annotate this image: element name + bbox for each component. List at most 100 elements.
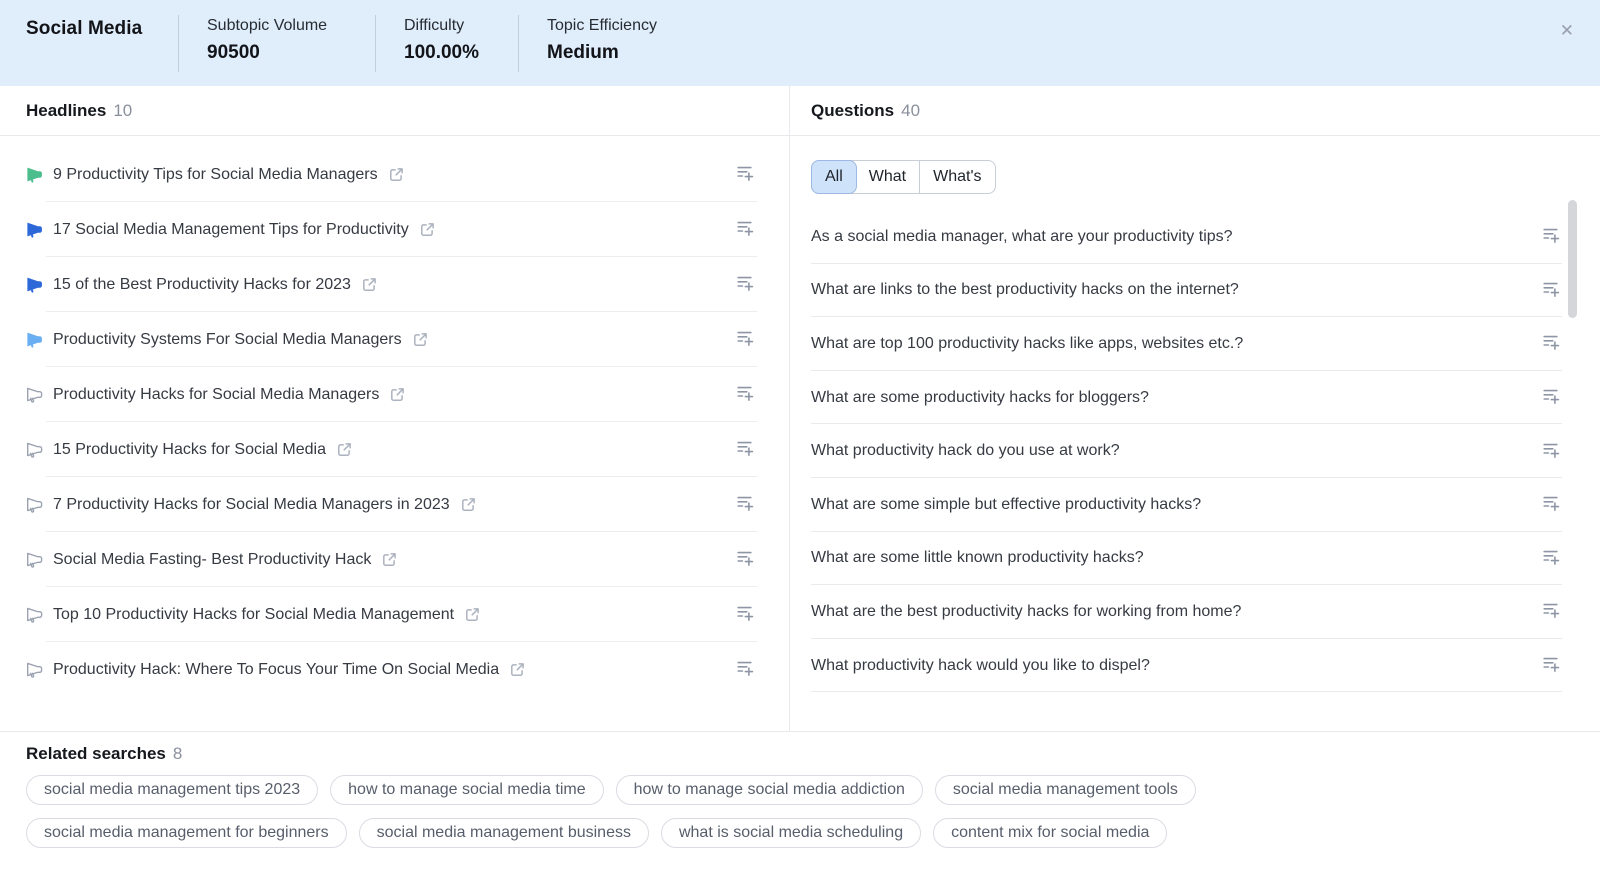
question-filters: All What What's [790,136,1600,210]
headline-text: 7 Productivity Hacks for Social Media Ma… [53,495,450,513]
add-to-list-button[interactable] [1541,386,1562,409]
headline-text: 9 Productivity Tips for Social Media Man… [53,165,378,183]
external-link-icon [382,552,397,567]
question-row: What are some little known productivity … [811,532,1562,586]
question-row: What are top 100 productivity hacks like… [811,317,1562,371]
megaphone-icon [26,661,43,678]
related-search-pill[interactable]: how to manage social media time [330,775,604,805]
megaphone-icon [26,331,43,348]
question-row: As a social media manager, what are your… [811,210,1562,264]
add-to-list-icon [737,330,754,349]
related-search-pill[interactable]: social media management tips 2023 [26,775,319,805]
add-to-list-button[interactable] [735,328,756,351]
headline-link[interactable]: Productivity Hack: Where To Focus Your T… [26,661,525,679]
add-to-list-icon [737,165,754,184]
add-to-list-icon [1543,227,1560,246]
add-to-list-button[interactable] [735,438,756,461]
add-to-list-icon [1543,281,1560,300]
headline-row: 15 of the Best Productivity Hacks for 20… [0,257,789,312]
headline-text: 17 Social Media Management Tips for Prod… [53,220,409,238]
headline-link[interactable]: Social Media Fasting- Best Productivity … [26,551,397,569]
add-to-list-button[interactable] [1541,654,1562,677]
add-to-list-button[interactable] [735,493,756,516]
add-to-list-button[interactable] [735,383,756,406]
add-to-list-icon [737,605,754,624]
related-search-pill[interactable]: social media management tools [934,775,1196,805]
related-search-pill[interactable]: how to manage social media addiction [615,775,923,805]
add-to-list-icon [1543,656,1560,675]
add-to-list-button[interactable] [735,658,756,681]
headline-text: Productivity Systems For Social Media Ma… [53,330,402,348]
external-link-icon [510,662,525,677]
megaphone-icon [26,221,43,238]
related-searches-heading: Related searches 8 [26,744,1574,764]
megaphone-icon [26,386,43,403]
question-row: What are links to the best productivity … [811,264,1562,318]
megaphone-icon [26,551,43,568]
headline-link[interactable]: 17 Social Media Management Tips for Prod… [26,221,435,239]
related-search-pill[interactable]: social media management for beginners [26,818,347,848]
headline-link[interactable]: 15 Productivity Hacks for Social Media [26,441,352,459]
megaphone-icon [26,441,43,458]
add-to-list-icon [737,220,754,239]
add-to-list-icon [737,275,754,294]
close-icon: ✕ [1559,21,1574,40]
headlines-count: 10 [113,100,133,120]
related-searches-pills: social media management tips 2023 how to… [26,775,1326,848]
headline-link[interactable]: 9 Productivity Tips for Social Media Man… [26,166,404,184]
add-to-list-icon [737,660,754,679]
question-row: What productivity hack do you use at wor… [811,424,1562,478]
add-to-list-button[interactable] [1541,225,1562,248]
headline-link[interactable]: 15 of the Best Productivity Hacks for 20… [26,276,377,294]
headlines-title: Headlines [26,100,107,120]
headline-link[interactable]: Productivity Systems For Social Media Ma… [26,331,428,349]
headline-link[interactable]: Top 10 Productivity Hacks for Social Med… [26,606,480,624]
filter-tab[interactable]: All [811,160,857,194]
question-text: What are some simple but effective produ… [811,495,1202,513]
add-to-list-button[interactable] [1541,279,1562,302]
questions-title: Questions [811,100,895,120]
related-search-pill[interactable]: what is social media scheduling [660,818,922,848]
related-search-pill[interactable]: social media management business [358,818,649,848]
question-text: What are the best productivity hacks for… [811,602,1242,620]
questions-scrollbar-thumb[interactable] [1568,200,1577,318]
add-to-list-button[interactable] [1541,547,1562,570]
stat-label: Topic Efficiency [547,17,657,34]
add-to-list-button[interactable] [1541,332,1562,355]
filter-tab[interactable]: What [856,161,919,193]
stat-block: Topic Efficiency Medium [518,15,657,72]
add-to-list-button[interactable] [1541,440,1562,463]
headline-row: 17 Social Media Management Tips for Prod… [0,202,789,257]
headline-row: Top 10 Productivity Hacks for Social Med… [0,587,789,642]
add-to-list-icon [1543,549,1560,568]
related-search-pill[interactable]: content mix for social media [933,818,1168,848]
headline-text: 15 Productivity Hacks for Social Media [53,440,326,458]
filter-tab[interactable]: What's [919,161,994,193]
add-to-list-icon [1543,388,1560,407]
add-to-list-icon [737,550,754,569]
add-to-list-button[interactable] [1541,493,1562,516]
megaphone-icon [26,276,43,293]
add-to-list-icon [1543,495,1560,514]
related-searches-count: 8 [172,744,183,763]
add-to-list-button[interactable] [735,163,756,186]
headline-row: Productivity Systems For Social Media Ma… [0,312,789,367]
close-button[interactable]: ✕ [1556,18,1578,43]
add-to-list-button[interactable] [735,548,756,571]
add-to-list-icon [1543,334,1560,353]
headline-link[interactable]: 7 Productivity Hacks for Social Media Ma… [26,496,476,514]
headline-row: 7 Productivity Hacks for Social Media Ma… [0,477,789,532]
add-to-list-icon [737,385,754,404]
question-text: What are top 100 productivity hacks like… [811,334,1244,352]
megaphone-icon [26,496,43,513]
add-to-list-button[interactable] [735,273,756,296]
external-link-icon [362,277,377,292]
question-row: What productivity hack would you like to… [811,639,1562,693]
question-text: What are links to the best productivity … [811,281,1239,299]
add-to-list-button[interactable] [735,218,756,241]
add-to-list-button[interactable] [1541,600,1562,623]
add-to-list-button[interactable] [735,603,756,626]
headline-row: 9 Productivity Tips for Social Media Man… [0,147,789,202]
question-text: As a social media manager, what are your… [811,227,1233,245]
headline-link[interactable]: Productivity Hacks for Social Media Mana… [26,386,405,404]
